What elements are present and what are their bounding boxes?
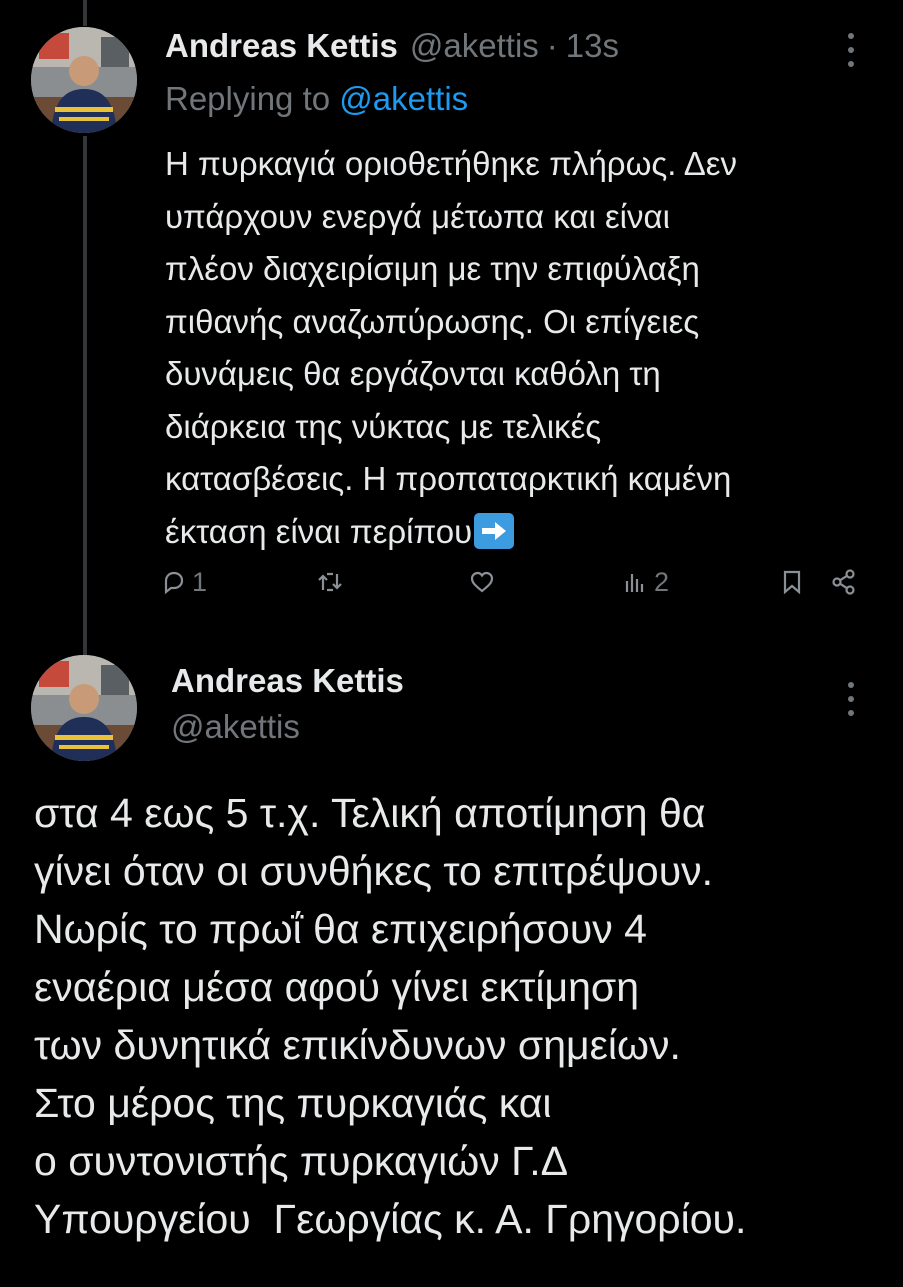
author-name[interactable]: Andreas Kettis [171, 662, 404, 700]
avatar-image [31, 27, 137, 133]
tweet-text-line: Η πυρκαγιά οριοθετήθηκε πλήρως. Δεν [165, 145, 738, 182]
right-arrow-emoji-icon [474, 512, 515, 549]
tweet-header: Andreas Kettis @akettis · 13s [165, 24, 619, 68]
tweet-text-line: διάρκεια της νύκτας με τελικές [165, 407, 602, 445]
tweet-text-line: υπάρχουν ενεργά μέτωπα και είναι [165, 197, 670, 235]
tweet-text: στα 4 εως 5 τ.χ. Τελική αποτίμηση θα γίν… [34, 784, 874, 1248]
author-handle[interactable]: @akettis [171, 708, 300, 746]
replying-to-label: Replying to [165, 80, 331, 117]
tweet-timestamp[interactable]: 13s [566, 27, 619, 65]
tweet-text-line: στα 4 εως 5 τ.χ. Τελική αποτίμηση θα [34, 790, 706, 836]
bookmark-icon [783, 570, 801, 595]
replying-to-mention[interactable]: @akettis [339, 80, 468, 117]
tweet-text-line: ο συντονιστής πυρκαγιών Γ.Δ [34, 1138, 569, 1184]
tweet-text-line: Νωρίς το πρωΐ θα επιχειρήσουν 4 [34, 906, 647, 952]
more-options-icon[interactable] [845, 33, 857, 67]
replying-to-line: Replying to @akettis [165, 80, 468, 118]
tweet-text-line: γίνει όταν οι συνθήκες το επιτρέψουν. [34, 848, 714, 894]
views-chart-icon [625, 574, 644, 592]
author-handle[interactable]: @akettis [410, 27, 539, 65]
tweet-text-line: των δυνητικά επικίνδυνων σημείων. [34, 1022, 681, 1068]
tweet-text-line: Υπουργείου Γεωργίας κ. Α. Γρηγορίου. [34, 1196, 747, 1242]
reply-icon [164, 571, 184, 595]
tweet-text: Η πυρκαγιά οριοθετήθηκε πλήρως. Δεν υπάρ… [165, 138, 865, 558]
author-avatar[interactable] [31, 655, 137, 761]
tweet-text-line: εναέρια μέσα αφού γίνει εκτίμηση [34, 964, 639, 1010]
views-button[interactable]: 2 [622, 562, 669, 602]
avatar-image [31, 655, 137, 761]
heart-icon [470, 571, 494, 593]
views-count: 2 [654, 566, 670, 597]
author-avatar[interactable] [31, 27, 137, 133]
tweet-actions-bar: 1 2 [160, 562, 862, 602]
tweet-text-fragment: έκταση είναι περίπου [165, 512, 473, 550]
retweet-icon [318, 572, 342, 592]
tweet-text-line: δυνάμεις θα εργάζονται καθόλη τη [165, 355, 661, 392]
share-button[interactable] [830, 562, 858, 602]
bookmark-button[interactable] [778, 562, 806, 602]
tweet-text-line-last: έκταση είναι περίπου [165, 506, 865, 559]
tweet-text-line: Στο μέρος της πυρκαγιάς και [34, 1080, 552, 1126]
tweet-text-line: κατασβέσεις. Η προπαταρκτική καμένη [165, 460, 732, 497]
more-options-icon[interactable] [845, 682, 857, 716]
thread-connector-top [83, 0, 87, 26]
reply-count: 1 [192, 566, 208, 597]
author-name[interactable]: Andreas Kettis [165, 27, 398, 65]
tweet-text-line: πλέον διαχειρίσιμη με την επιφύλαξη [165, 250, 700, 287]
share-icon [832, 569, 855, 595]
retweet-button[interactable] [316, 562, 348, 602]
separator-dot: · [546, 27, 558, 64]
tweet-text-line: πιθανής αναζωπύρωσης. Οι επίγειες [165, 302, 700, 340]
thread-connector [83, 136, 87, 656]
like-button[interactable] [468, 562, 500, 602]
reply-button[interactable]: 1 [160, 562, 207, 602]
